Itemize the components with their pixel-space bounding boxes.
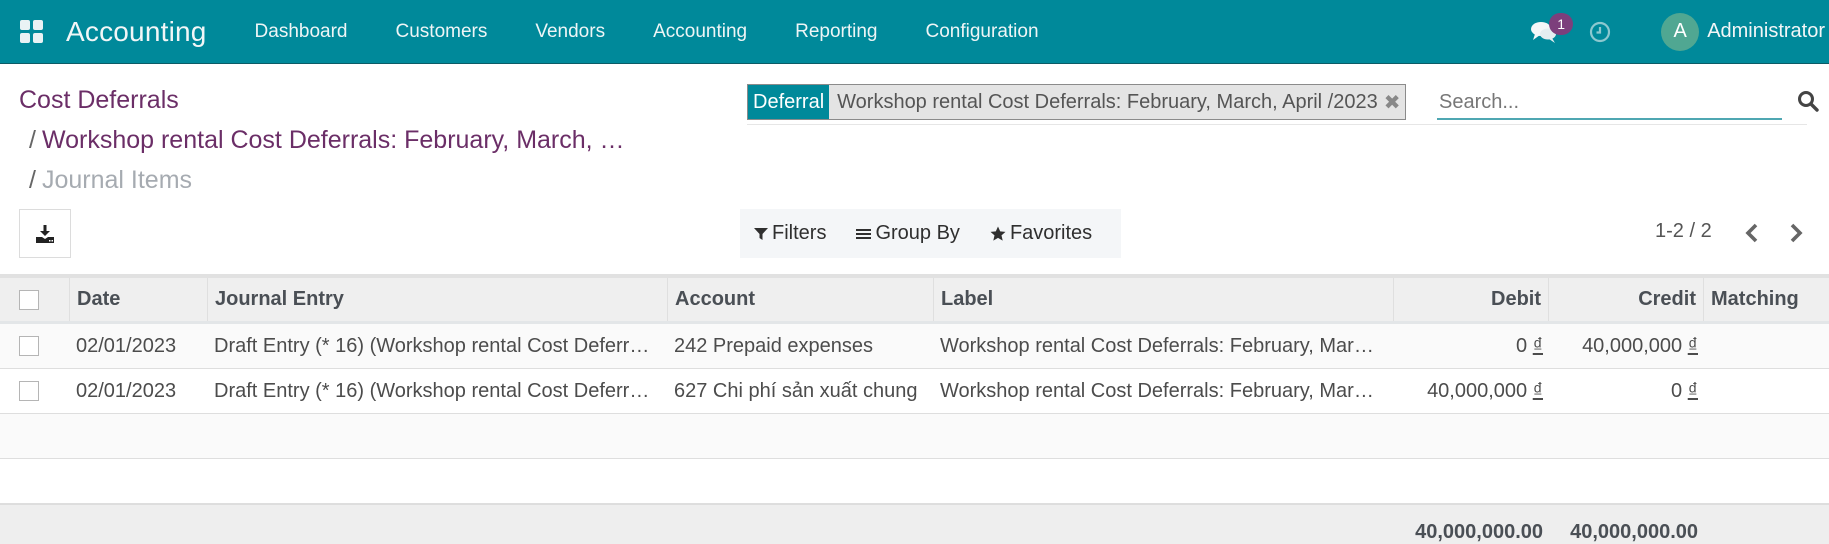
row-checkbox[interactable] bbox=[19, 336, 39, 356]
main-menu: Dashboard Customers Vendors Accounting R… bbox=[231, 21, 1063, 43]
column-account[interactable]: Account bbox=[668, 278, 934, 321]
select-all-cell bbox=[0, 278, 70, 321]
messaging-button[interactable]: 1 bbox=[1529, 12, 1574, 47]
menu-reporting[interactable]: Reporting bbox=[771, 21, 901, 43]
table-row[interactable]: 02/01/2023 Draft Entry (* 16) (Workshop … bbox=[0, 369, 1829, 414]
search-icon[interactable] bbox=[1797, 90, 1819, 112]
breadcrumb-separator: / bbox=[29, 166, 36, 194]
column-journal-entry[interactable]: Journal Entry bbox=[208, 278, 668, 321]
filters-label: Filters bbox=[772, 222, 827, 244]
search-facet: Deferral Workshop rental Cost Deferrals:… bbox=[747, 84, 1406, 120]
credit-amount: 40,000,000 bbox=[1582, 334, 1683, 357]
cell-journal-entry: Draft Entry (* 16) (Workshop rental Cost… bbox=[214, 379, 650, 402]
search-divider bbox=[747, 124, 1807, 125]
menu-dashboard[interactable]: Dashboard bbox=[231, 21, 372, 43]
filter-icon bbox=[754, 227, 768, 240]
column-date[interactable]: Date bbox=[70, 278, 208, 321]
journal-items-table: Date Journal Entry Account Label Debit C… bbox=[0, 274, 1829, 544]
cell-date: 02/01/2023 bbox=[76, 334, 177, 357]
app-title[interactable]: Accounting bbox=[66, 16, 207, 48]
user-menu[interactable]: Administrator bbox=[1707, 20, 1825, 43]
chevron-left-icon bbox=[1745, 223, 1758, 243]
empty-row bbox=[0, 414, 1829, 459]
breadcrumb-separator: / bbox=[29, 126, 36, 154]
currency-symbol: ₫ bbox=[1532, 379, 1543, 402]
chevron-right-icon bbox=[1790, 223, 1803, 243]
column-debit[interactable]: Debit bbox=[1394, 278, 1549, 321]
row-select-cell bbox=[0, 381, 70, 401]
favorites-button[interactable]: Favorites bbox=[990, 222, 1092, 245]
pager-value[interactable]: 1-2 / 2 bbox=[1655, 220, 1712, 243]
systray: 1 A Administrator bbox=[1529, 0, 1829, 64]
cell-label: Workshop rental Cost Deferrals: February… bbox=[940, 379, 1374, 402]
total-debit: 40,000,000.00 bbox=[1415, 521, 1543, 543]
breadcrumb-deferral-record[interactable]: Workshop rental Cost Deferrals: February… bbox=[42, 126, 625, 154]
cell-account: 242 Prepaid expenses bbox=[674, 334, 874, 357]
activity-button[interactable] bbox=[1589, 21, 1611, 43]
row-select-cell bbox=[0, 336, 70, 356]
cell-account: 627 Chi phí sản xuất chung bbox=[674, 379, 918, 402]
currency-symbol: ₫ bbox=[1532, 334, 1543, 357]
total-credit: 40,000,000.00 bbox=[1570, 521, 1698, 543]
favorites-label: Favorites bbox=[1009, 222, 1093, 244]
breadcrumb-cost-deferrals[interactable]: Cost Deferrals bbox=[19, 86, 179, 114]
clock-icon bbox=[1590, 21, 1611, 42]
cell-credit: 40,000,000 ₫ bbox=[1549, 335, 1704, 358]
menu-customers[interactable]: Customers bbox=[372, 21, 512, 43]
column-matching[interactable]: Matching bbox=[1704, 278, 1829, 321]
menu-accounting[interactable]: Accounting bbox=[629, 21, 771, 43]
menu-vendors[interactable]: Vendors bbox=[511, 21, 629, 43]
debit-amount: 0 bbox=[1516, 334, 1528, 357]
pager-previous-button[interactable] bbox=[1740, 220, 1764, 246]
facet-label: Deferral bbox=[748, 85, 830, 119]
row-checkbox[interactable] bbox=[19, 381, 39, 401]
filters-button[interactable]: Filters bbox=[754, 222, 826, 245]
group-by-label: Group By bbox=[875, 222, 960, 244]
debit-amount: 40,000,000 bbox=[1427, 379, 1528, 402]
cell-journal-entry: Draft Entry (* 16) (Workshop rental Cost… bbox=[214, 334, 650, 357]
table-row[interactable]: 02/01/2023 Draft Entry (* 16) (Workshop … bbox=[0, 324, 1829, 369]
bars-icon bbox=[856, 228, 872, 239]
column-label[interactable]: Label bbox=[934, 278, 1394, 321]
remove-facet-icon[interactable]: ✖ bbox=[1384, 85, 1405, 119]
export-button[interactable] bbox=[19, 209, 71, 258]
column-credit[interactable]: Credit bbox=[1549, 278, 1704, 321]
top-navbar: Accounting Dashboard Customers Vendors A… bbox=[0, 0, 1829, 64]
credit-amount: 0 bbox=[1671, 379, 1683, 402]
menu-configuration[interactable]: Configuration bbox=[902, 21, 1063, 43]
group-by-button[interactable]: Group By bbox=[856, 222, 960, 245]
avatar[interactable]: A bbox=[1661, 12, 1700, 51]
star-icon bbox=[990, 226, 1006, 241]
pager-next-button[interactable] bbox=[1784, 220, 1808, 246]
select-all-checkbox[interactable] bbox=[19, 289, 39, 310]
table-header: Date Journal Entry Account Label Debit C… bbox=[0, 274, 1829, 324]
search-input[interactable] bbox=[1437, 86, 1782, 120]
cell-credit: 0 ₫ bbox=[1549, 380, 1704, 403]
breadcrumb-current: Journal Items bbox=[41, 166, 193, 194]
cell-label: Workshop rental Cost Deferrals: February… bbox=[940, 334, 1374, 357]
facet-value: Workshop rental Cost Deferrals: February… bbox=[837, 90, 1378, 113]
empty-row bbox=[0, 459, 1829, 504]
table-footer-totals: 40,000,000.00 40,000,000.00 bbox=[0, 504, 1829, 544]
cell-date: 02/01/2023 bbox=[76, 379, 177, 402]
currency-symbol: ₫ bbox=[1687, 379, 1698, 402]
cell-debit: 40,000,000 ₫ bbox=[1394, 380, 1549, 403]
currency-symbol: ₫ bbox=[1687, 334, 1698, 357]
apps-menu-icon[interactable] bbox=[20, 19, 44, 44]
cell-debit: 0 ₫ bbox=[1394, 335, 1549, 358]
search-bar: Deferral Workshop rental Cost Deferrals:… bbox=[747, 84, 1819, 125]
message-count-badge: 1 bbox=[1549, 12, 1574, 35]
search-options-panel: Filters Group By Favorites bbox=[740, 209, 1121, 258]
breadcrumb: Cost Deferrals / Workshop rental Cost Def… bbox=[19, 80, 625, 200]
download-icon bbox=[36, 224, 54, 243]
